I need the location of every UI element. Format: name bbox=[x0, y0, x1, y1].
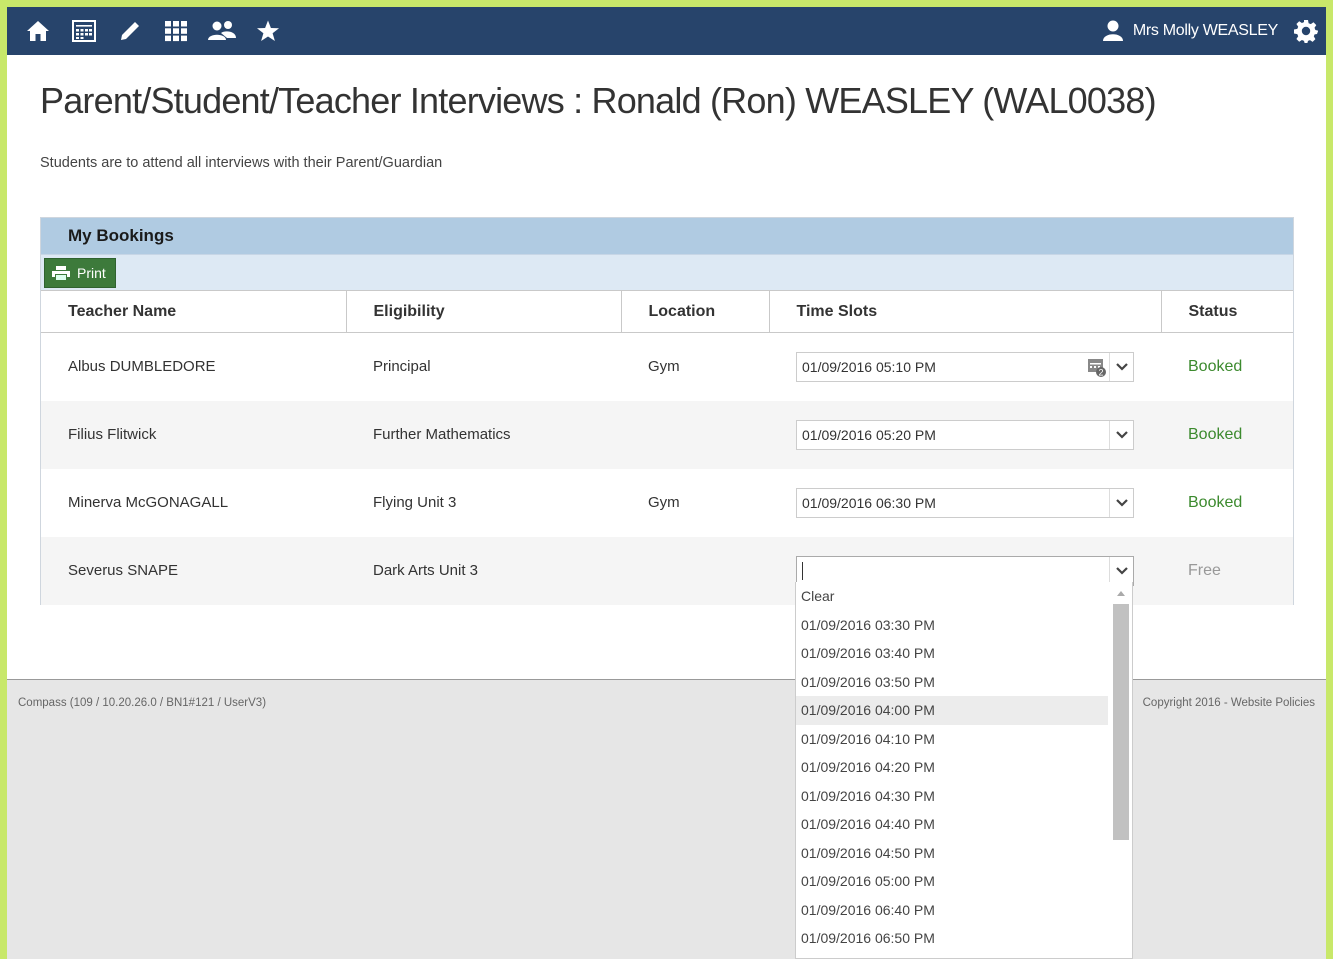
user-menu[interactable]: Mrs Molly WEASLEY bbox=[1102, 19, 1326, 43]
version-info: Compass (109 / 10.20.26.0 / BN1#121 / Us… bbox=[18, 697, 267, 709]
teacher-name: Filius Flitwick bbox=[41, 400, 346, 469]
user-icon bbox=[1102, 20, 1123, 42]
star-icon[interactable] bbox=[245, 7, 291, 55]
location: Gym bbox=[648, 358, 680, 376]
time-slot-dropdown-list[interactable]: Clear 01/09/2016 03:30 PM 01/09/2016 03:… bbox=[795, 582, 1133, 959]
page-subtitle: Students are to attend all interviews wi… bbox=[40, 155, 443, 171]
time-slot-cell: 01/09/2016 05:20 PM bbox=[769, 400, 1161, 469]
dropdown-option[interactable]: 01/09/2016 05:00 PM bbox=[796, 867, 1108, 896]
dropdown-option[interactable]: 01/09/2016 03:50 PM bbox=[796, 668, 1108, 697]
table-row: Minerva McGONAGALL Flying Unit 3 Gym 01/… bbox=[41, 469, 1293, 537]
dropdown-option[interactable]: 01/09/2016 04:50 PM bbox=[796, 839, 1108, 868]
print-button[interactable]: Print bbox=[44, 258, 116, 288]
time-slot-cell: 01/09/2016 05:10 PM 2 bbox=[769, 333, 1161, 401]
teacher-name: Albus DUMBLEDORE bbox=[68, 358, 216, 376]
bookings-panel: My Bookings Print Teacher Name Eligibili… bbox=[40, 217, 1294, 605]
table-header-row: Teacher Name Eligibility Location Time S… bbox=[41, 290, 1293, 333]
dropdown-option[interactable]: 01/09/2016 03:40 PM bbox=[796, 639, 1108, 668]
time-slot-select[interactable]: 01/09/2016 06:30 PM bbox=[796, 487, 1134, 518]
column-header-teacher[interactable]: Teacher Name bbox=[41, 290, 346, 333]
gear-icon[interactable] bbox=[1294, 19, 1318, 43]
status-badge: Booked bbox=[1161, 400, 1293, 469]
pencil-icon[interactable] bbox=[107, 7, 153, 55]
chevron-down-icon[interactable] bbox=[1109, 556, 1133, 585]
printer-icon bbox=[52, 266, 70, 280]
dropdown-option[interactable]: 01/09/2016 04:10 PM bbox=[796, 725, 1108, 754]
dropdown-option[interactable]: 01/09/2016 06:40 PM bbox=[796, 896, 1108, 925]
chevron-down-icon[interactable] bbox=[1109, 488, 1133, 517]
location bbox=[621, 536, 769, 605]
svg-text:2: 2 bbox=[1098, 367, 1103, 377]
eligibility: Principal bbox=[373, 358, 431, 376]
column-header-status[interactable]: Status bbox=[1160, 290, 1293, 333]
bookings-toolbar: Print bbox=[41, 254, 1293, 290]
scroll-up-arrow-icon[interactable] bbox=[1112, 584, 1130, 602]
time-slot-value: 01/09/2016 05:20 PM bbox=[802, 426, 936, 443]
teacher-name: Severus SNAPE bbox=[41, 536, 346, 605]
column-header-location[interactable]: Location bbox=[620, 290, 769, 333]
top-navigation-bar: Mrs Molly WEASLEY bbox=[7, 7, 1326, 55]
location bbox=[621, 400, 769, 469]
bookings-table: Teacher Name Eligibility Location Time S… bbox=[41, 290, 1293, 605]
status-badge: Free bbox=[1161, 536, 1293, 605]
time-slot-value: 01/09/2016 06:30 PM bbox=[802, 494, 936, 511]
time-slot-cell: 01/09/2016 06:30 PM bbox=[769, 469, 1161, 537]
dropdown-option[interactable]: 01/09/2016 03:30 PM bbox=[796, 611, 1108, 640]
time-slot-select[interactable] bbox=[796, 555, 1134, 586]
grid-icon[interactable] bbox=[153, 7, 199, 55]
people-icon[interactable] bbox=[199, 7, 245, 55]
copyright-link[interactable]: Copyright 2016 - Website Policies bbox=[1143, 697, 1315, 709]
print-label: Print bbox=[77, 265, 106, 281]
eligibility: Dark Arts Unit 3 bbox=[346, 536, 621, 605]
eligibility: Flying Unit 3 bbox=[373, 494, 457, 511]
column-header-eligibility[interactable]: Eligibility bbox=[345, 290, 621, 333]
time-slot-value: 01/09/2016 05:10 PM bbox=[802, 358, 936, 375]
location: Gym bbox=[648, 494, 680, 511]
page-title: Parent/Student/Teacher Interviews : Rona… bbox=[40, 80, 1157, 121]
dropdown-scrollbar[interactable] bbox=[1112, 584, 1130, 957]
dropdown-option[interactable]: 01/09/2016 06:50 PM bbox=[796, 924, 1108, 953]
dropdown-option[interactable]: 01/09/2016 04:20 PM bbox=[796, 753, 1108, 782]
time-slot-select[interactable]: 01/09/2016 05:20 PM bbox=[796, 419, 1134, 450]
bookings-header: My Bookings bbox=[41, 218, 1293, 254]
scrollbar-thumb[interactable] bbox=[1113, 604, 1129, 840]
dropdown-option-hovered[interactable]: 01/09/2016 04:00 PM bbox=[796, 696, 1108, 725]
table-row: Albus DUMBLEDORE Principal Gym 01/09/201… bbox=[41, 333, 1293, 401]
table-row: Filius Flitwick Further Mathematics 01/0… bbox=[41, 400, 1293, 469]
text-caret bbox=[802, 561, 803, 580]
nav-icon-group bbox=[15, 7, 291, 55]
status-badge: Booked bbox=[1188, 357, 1243, 375]
dropdown-option-clear[interactable]: Clear bbox=[796, 582, 1108, 611]
time-slot-select[interactable]: 01/09/2016 05:10 PM 2 bbox=[796, 351, 1134, 382]
chevron-down-icon[interactable] bbox=[1109, 352, 1133, 381]
dropdown-option[interactable]: 01/09/2016 04:30 PM bbox=[796, 782, 1108, 811]
status-badge: Booked bbox=[1188, 493, 1243, 511]
column-header-time-slots[interactable]: Time Slots bbox=[768, 290, 1161, 333]
user-name[interactable]: Mrs Molly WEASLEY bbox=[1133, 22, 1278, 40]
home-icon[interactable] bbox=[15, 7, 61, 55]
calendar-icon[interactable] bbox=[61, 7, 107, 55]
eligibility: Further Mathematics bbox=[346, 400, 621, 469]
chevron-down-icon[interactable] bbox=[1109, 420, 1133, 449]
dropdown-option[interactable]: 01/09/2016 04:40 PM bbox=[796, 810, 1108, 839]
teacher-name: Minerva McGONAGALL bbox=[68, 494, 229, 511]
multi-booking-icon[interactable]: 2 bbox=[1085, 353, 1109, 381]
